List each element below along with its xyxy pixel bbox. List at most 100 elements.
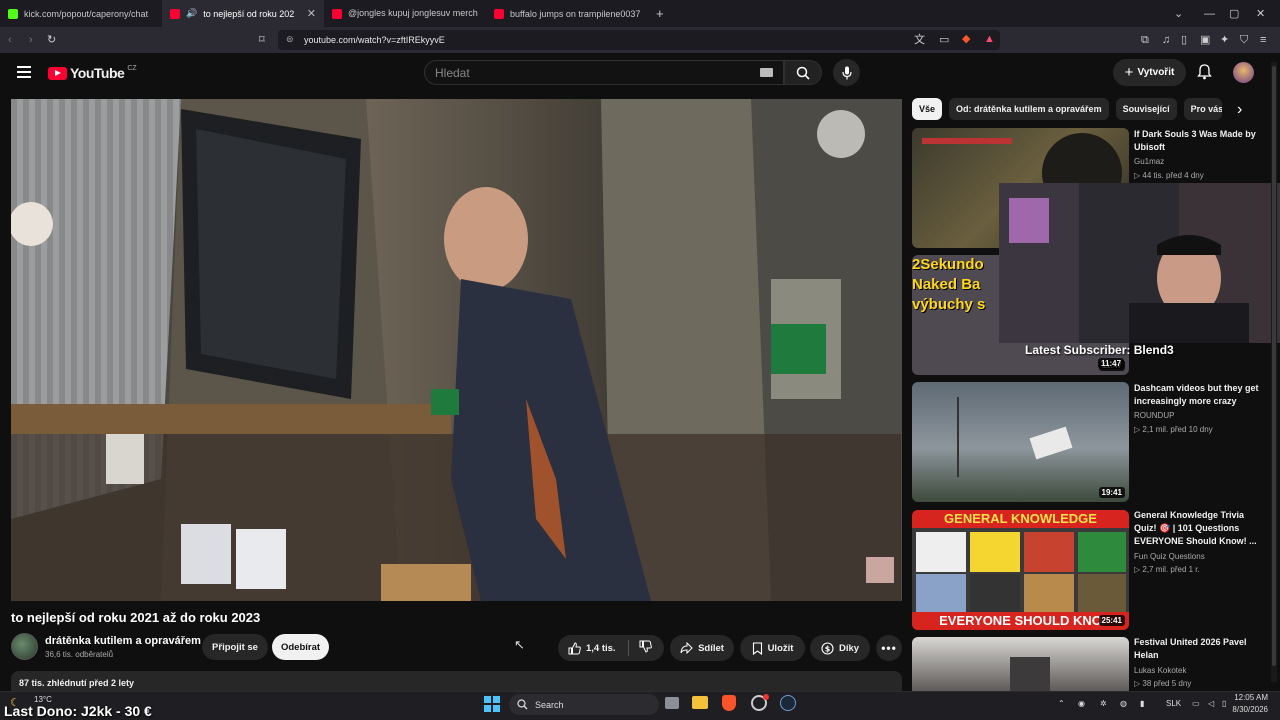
duration-badge: 19:41 <box>1098 487 1125 498</box>
site-info-icon[interactable]: ⊜ <box>286 34 294 45</box>
wallet-icon[interactable]: ▣ <box>1200 34 1210 46</box>
clock-time[interactable]: 12:05 AM <box>1234 693 1268 702</box>
close-tab-icon[interactable]: ✕ <box>307 7 316 20</box>
share-icon <box>680 642 693 654</box>
chip-all[interactable]: Vše <box>912 98 943 120</box>
browser-tab-4[interactable]: buffalo jumps on trampilene00370 - <box>486 0 648 27</box>
windows-start-icon[interactable] <box>484 696 500 712</box>
youtube-favicon-icon <box>494 8 504 19</box>
chip-for-you[interactable]: Pro vás <box>1183 98 1222 120</box>
recommendation-meta: ▷ 2,7 mil. před 1 r. <box>1134 565 1200 574</box>
browser-tab-3[interactable]: @jongles kupuj jonglesuv merch💗 <box>324 0 486 27</box>
create-button[interactable]: + Vytvořit <box>1113 59 1186 86</box>
voice-search-button[interactable] <box>833 59 860 86</box>
recommendation-thumbnail[interactable] <box>912 637 1129 691</box>
save-label: Uložit <box>767 642 794 654</box>
save-button[interactable]: Uložit <box>740 635 805 661</box>
extensions-icon[interactable]: ⧉ <box>1141 34 1149 46</box>
new-tab-button[interactable]: + <box>648 0 672 27</box>
discord-tray-icon[interactable]: ◉ <box>1078 699 1085 708</box>
taskbar-search[interactable]: Search <box>509 694 659 715</box>
maximize-icon[interactable]: ▢ <box>1229 0 1239 27</box>
subscribe-button[interactable]: Odebírat <box>272 634 329 660</box>
bookmark-icon[interactable]: ⌑ <box>259 34 265 46</box>
thumbnail-cell <box>1078 532 1126 572</box>
dislike-button[interactable] <box>639 640 652 656</box>
file-explorer-icon[interactable] <box>692 696 708 709</box>
battery-icon[interactable]: ▯ <box>1222 699 1226 708</box>
recommendation-channel[interactable]: Fun Quiz Questions <box>1134 552 1205 561</box>
channel-name[interactable]: drátěnka kutilem a opravářem <box>45 635 201 647</box>
volume-icon[interactable]: ◁ <box>1208 699 1214 708</box>
tab-title: @jongles kupuj jonglesuv merch💗 <box>348 8 478 18</box>
thumbnail-bottom-text: EVERYONE SHOULD KNO <box>912 612 1129 630</box>
scrollbar-thumb[interactable] <box>1272 66 1276 666</box>
clock-date[interactable]: 8/30/2026 <box>1228 705 1268 714</box>
microphone-tray-icon[interactable]: ▮ <box>1140 699 1144 708</box>
settings-tray-icon[interactable]: ✲ <box>1100 699 1107 708</box>
thanks-label: Díky <box>838 642 860 654</box>
tray-overflow-icon[interactable]: ⌃ <box>1058 699 1065 708</box>
description-box[interactable]: 87 tis. zhlédnutí před 2 lety <box>11 671 902 691</box>
recommendation-title[interactable]: Dashcam videos but they get increasingly… <box>1134 382 1264 408</box>
thanks-button[interactable]: $ Díky <box>810 635 870 661</box>
webcam-image <box>999 183 1280 343</box>
forward-icon[interactable]: › <box>29 34 33 46</box>
brave-shields-icon[interactable]: ◆ <box>962 33 970 45</box>
vpn-shield-icon[interactable]: ⛉ <box>1240 34 1248 46</box>
leo-ai-icon[interactable]: ✦ <box>1220 34 1229 46</box>
video-player[interactable] <box>11 99 902 601</box>
brave-browser-icon[interactable] <box>722 695 736 711</box>
recommendation-title[interactable]: If Dark Souls 3 Was Made by Ubisoft <box>1134 128 1264 154</box>
more-actions-button[interactable]: ••• <box>876 635 902 661</box>
steam-icon[interactable] <box>780 695 796 711</box>
notifications-bell-icon[interactable] <box>1197 64 1212 85</box>
search-input[interactable]: Hledat <box>424 60 784 85</box>
recommendation-title[interactable]: General Knowledge Trivia Quiz! 🎯 | 101 Q… <box>1134 509 1264 548</box>
youtube-logo[interactable]: YouTube CZ <box>48 65 137 81</box>
chips-next-chevron-icon[interactable]: › <box>1237 101 1242 119</box>
task-view-icon[interactable] <box>665 697 679 709</box>
recommendation-thumbnail[interactable]: GENERAL KNOWLEDGE EVERYONE SHOULD KNO 25… <box>912 510 1129 630</box>
thumbnail-cell <box>916 574 966 612</box>
join-button[interactable]: Připojit se <box>202 634 268 660</box>
recommendation-channel[interactable]: Gu1maz <box>1134 157 1164 166</box>
search-icon <box>796 66 810 80</box>
window-close-icon[interactable]: ✕ <box>1256 0 1265 27</box>
language-indicator[interactable]: SLK <box>1166 699 1181 708</box>
chip-from-channel[interactable]: Od: drátěnka kutilem a opravářem <box>949 98 1109 120</box>
speaker-icon: 🔊 <box>186 8 198 18</box>
like-dislike-group: 1,4 tis. <box>558 635 664 661</box>
translate-icon[interactable]: 文 <box>914 34 925 46</box>
back-icon[interactable]: ‹ <box>8 34 12 46</box>
like-button[interactable]: 1,4 tis. <box>568 641 616 655</box>
cast-icon[interactable]: ▭ <box>939 34 949 46</box>
create-label: Vytvořit <box>1137 67 1175 78</box>
network-icon[interactable]: ▭ <box>1192 699 1200 708</box>
browser-tab-2[interactable]: 🔊 to nejlepší od roku 2021 až d ✕ <box>162 0 324 27</box>
browser-tab-1[interactable]: kick.com/popout/caperony/chat <box>0 0 162 27</box>
tab-list-icon[interactable]: ⌄ <box>1174 0 1183 27</box>
minimize-icon[interactable]: — <box>1204 0 1215 27</box>
recommendation-title[interactable]: Festival United 2026 Pavel Helan <box>1134 636 1264 662</box>
recommendation-thumbnail[interactable]: 19:41 <box>912 382 1129 502</box>
recommendation-channel[interactable]: ROUNDUP <box>1134 411 1174 420</box>
recommendation-meta: ▷ 38 před 5 dny <box>1134 679 1192 688</box>
keyboard-icon[interactable] <box>760 68 773 77</box>
sidebar-toggle-icon[interactable]: ▯ <box>1181 34 1187 46</box>
brave-rewards-icon[interactable]: ▲ <box>984 33 995 45</box>
share-button[interactable]: Sdílet <box>670 635 734 661</box>
latest-subscriber-overlay: Latest Subscriber: Blend3 <box>1025 343 1174 357</box>
menu-icon[interactable]: ≡ <box>1260 34 1266 46</box>
steam-tray-icon[interactable]: ◍ <box>1120 699 1127 708</box>
media-icon[interactable]: ♫ <box>1162 34 1170 46</box>
reload-icon[interactable]: ↻ <box>47 34 56 46</box>
search-button[interactable] <box>784 60 822 85</box>
hamburger-menu-icon[interactable] <box>17 66 31 78</box>
chip-related[interactable]: Související <box>1115 98 1177 120</box>
user-avatar[interactable] <box>1233 62 1254 83</box>
thumbnail-cell <box>1078 574 1126 612</box>
url-field[interactable]: ⊜ youtube.com/watch?v=zftIREkyyvE <box>278 30 1000 50</box>
recommendation-channel[interactable]: Lukas Kokotek <box>1134 666 1186 675</box>
channel-avatar[interactable] <box>11 633 38 660</box>
